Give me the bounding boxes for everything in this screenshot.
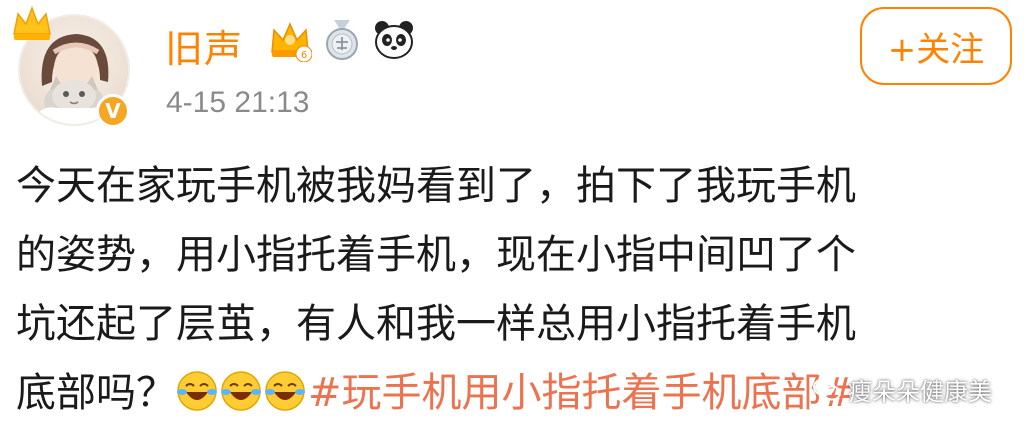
laugh-cry-emoji-icon (265, 371, 305, 411)
hashtag-link[interactable]: #玩手机用小指托着手机底部# (308, 370, 855, 416)
watermark-text: 瘦朵朵健康美 (848, 378, 992, 406)
follow-button[interactable]: +关注 (860, 7, 1012, 85)
laugh-cry-emoji-icon (221, 371, 261, 411)
crown-icon (13, 5, 51, 40)
medal-icon[interactable] (320, 18, 364, 62)
username[interactable]: 旧声 (165, 18, 243, 73)
watermark: 瘦朵朵健康美 (812, 372, 992, 407)
verified-badge: V (96, 94, 130, 128)
member-level: 6 (301, 50, 307, 61)
post-timestamp[interactable]: 4-15 21:13 (166, 86, 309, 120)
post-text-line: 的姿势，用小指托着手机，现在小指中间凹了个 (16, 232, 856, 278)
panda-icon[interactable] (372, 18, 416, 62)
avatar-container[interactable]: V (13, 5, 130, 128)
vip-crown-icon[interactable]: 6 (268, 18, 312, 62)
user-badges: 6 (268, 18, 416, 62)
post-text-line: 今天在家玩手机被我妈看到了，拍下了我玩手机 (16, 163, 856, 209)
post-text-line: 底部吗？ (16, 370, 176, 416)
post-text-line: 坑还起了层茧，有人和我一样总用小指托着手机 (16, 301, 856, 347)
weibo-post: V 旧声 6 4-15 21:13 +关注 今天在家玩手机被我妈看到了，拍下了我… (0, 0, 1030, 438)
wechat-icon (813, 377, 841, 400)
laugh-cry-emoji-icon (177, 371, 217, 411)
